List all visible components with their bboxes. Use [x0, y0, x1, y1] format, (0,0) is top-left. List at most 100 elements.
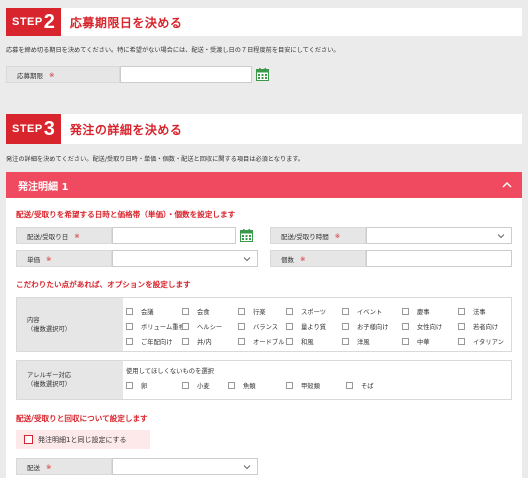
- content-option-checkbox[interactable]: ボリューム重視: [126, 322, 185, 331]
- step2-badge: STEP 2: [6, 8, 61, 36]
- allergy-option-checkbox[interactable]: 小麦: [182, 381, 210, 390]
- deadline-label: 応募期限 ※: [6, 66, 120, 83]
- step2-title: 応募期限日を決める: [69, 15, 183, 30]
- checkbox-box[interactable]: [238, 308, 245, 315]
- checkbox-box[interactable]: [458, 338, 465, 345]
- quantity-label: 個数 ※: [270, 250, 366, 267]
- checkbox-box[interactable]: [182, 338, 189, 345]
- checkbox-box[interactable]: [126, 308, 133, 315]
- checkbox-box[interactable]: [228, 382, 235, 389]
- content-option-checkbox[interactable]: バランス: [238, 322, 278, 331]
- content-option-checkbox[interactable]: 会食: [182, 307, 210, 316]
- content-option-checkbox[interactable]: 并/内: [182, 337, 212, 346]
- content-option-label: 会議: [141, 309, 154, 316]
- order-detail-header[interactable]: 発注明細 1: [6, 172, 522, 198]
- content-option-checkbox[interactable]: 若者向け: [458, 322, 498, 331]
- content-option-label: 慶事: [417, 309, 430, 316]
- checkbox-box[interactable]: [286, 323, 293, 330]
- content-label-sub: （複数選択可）: [27, 325, 72, 333]
- checkbox-box[interactable]: [402, 323, 409, 330]
- checkbox-box[interactable]: [238, 323, 245, 330]
- step2-word: STEP: [12, 16, 43, 28]
- checkbox-box[interactable]: [402, 308, 409, 315]
- calendar-icon[interactable]: [240, 229, 253, 242]
- delivery-time-select[interactable]: [366, 227, 512, 244]
- content-option-label: ご年配向け: [141, 339, 173, 346]
- checkbox-box[interactable]: [126, 323, 133, 330]
- same-as-order1-checkbox[interactable]: 発注明細1と同じ設定にする: [16, 430, 150, 449]
- content-option-checkbox[interactable]: 量より質: [286, 322, 326, 331]
- chevron-down-icon: [243, 465, 251, 470]
- required-mark: ※: [49, 70, 55, 79]
- checkbox-box[interactable]: [182, 308, 189, 315]
- content-option-checkbox[interactable]: 法事: [458, 307, 486, 316]
- content-option-checkbox[interactable]: イベント: [342, 307, 382, 316]
- allergy-options-box: アレルギー対応 （複数選択可）: [16, 360, 512, 400]
- deadline-input[interactable]: [120, 66, 252, 83]
- section-datetime-heading: 配送/受取りを希望する日時と価格帯（単価）・個数を設定します: [16, 210, 236, 219]
- content-option-checkbox[interactable]: お子様向け: [342, 322, 388, 331]
- chevron-up-icon[interactable]: [502, 181, 512, 189]
- allergy-option-label: 卵: [141, 383, 148, 390]
- required-mark: ※: [334, 231, 341, 240]
- delivery-date-input[interactable]: [112, 227, 236, 244]
- content-option-label: イベント: [357, 309, 383, 316]
- same-as-order1-box[interactable]: [24, 435, 33, 444]
- checkbox-box[interactable]: [342, 323, 349, 330]
- content-option-checkbox[interactable]: オードブル: [238, 337, 284, 346]
- content-option-label: 若者向け: [473, 324, 499, 331]
- allergy-label-sub: （複数選択可）: [27, 381, 72, 388]
- content-option-checkbox[interactable]: 会議: [126, 307, 154, 316]
- content-option-checkbox[interactable]: 行楽: [238, 307, 266, 316]
- step2-number: 2: [43, 10, 55, 33]
- checkbox-box[interactable]: [182, 382, 189, 389]
- content-option-checkbox[interactable]: ご年配向け: [126, 337, 172, 346]
- checkbox-box[interactable]: [286, 308, 293, 315]
- checkbox-box[interactable]: [126, 382, 133, 389]
- content-option-checkbox[interactable]: 和風: [286, 337, 314, 346]
- content-option-label: 中華: [417, 339, 430, 346]
- content-option-checkbox[interactable]: 慶事: [402, 307, 430, 316]
- checkbox-box[interactable]: [458, 323, 465, 330]
- step3-header: STEP 3 発注の詳細を決める: [6, 114, 522, 144]
- same-as-order1-label: 発注明細1と同じ設定にする: [38, 435, 127, 444]
- content-option-label: 洋風: [357, 339, 370, 346]
- quantity-input[interactable]: [366, 250, 512, 267]
- chevron-down-icon: [243, 257, 251, 262]
- allergy-option-checkbox[interactable]: 卵: [126, 381, 147, 390]
- required-mark: ※: [74, 231, 80, 240]
- content-options-label: 内容 （複数選択可）: [17, 298, 123, 351]
- checkbox-box[interactable]: [126, 338, 133, 345]
- allergy-option-label: 魚類: [243, 383, 256, 390]
- deadline-label-text: 応募期限: [17, 71, 43, 80]
- delivery-select[interactable]: [112, 458, 258, 475]
- allergy-option-checkbox[interactable]: 甲殻類: [286, 381, 320, 390]
- checkbox-box[interactable]: [238, 338, 245, 345]
- checkbox-box[interactable]: [286, 382, 293, 389]
- order-detail-title: 発注明細 1: [18, 181, 69, 193]
- checkbox-box[interactable]: [402, 338, 409, 345]
- content-option-checkbox[interactable]: イタリアン: [458, 337, 504, 346]
- allergy-option-label: そば: [361, 383, 374, 390]
- content-option-label: ヘルシー: [197, 324, 223, 331]
- checkbox-box[interactable]: [182, 323, 189, 330]
- section-options-heading: こだわりたい点があれば、オプションを設定します: [16, 280, 191, 289]
- content-label-text: 内容: [27, 316, 40, 324]
- step3-number: 3: [43, 117, 55, 140]
- calendar-icon[interactable]: [256, 68, 269, 81]
- content-option-checkbox[interactable]: 女性向け: [402, 322, 442, 331]
- unit-price-select[interactable]: [112, 250, 258, 267]
- allergy-option-checkbox[interactable]: そば: [346, 381, 374, 390]
- content-option-label: 量より質: [301, 324, 327, 331]
- allergy-option-checkbox[interactable]: 魚類: [228, 381, 256, 390]
- content-option-checkbox[interactable]: スポーツ: [286, 307, 326, 316]
- checkbox-box[interactable]: [346, 382, 353, 389]
- checkbox-box[interactable]: [286, 338, 293, 345]
- content-option-checkbox[interactable]: ヘルシー: [182, 322, 222, 331]
- content-option-checkbox[interactable]: 中華: [402, 337, 430, 346]
- checkbox-box[interactable]: [458, 308, 465, 315]
- content-option-label: バランス: [253, 324, 279, 331]
- content-option-checkbox[interactable]: 洋風: [342, 337, 370, 346]
- checkbox-box[interactable]: [342, 338, 349, 345]
- checkbox-box[interactable]: [342, 308, 349, 315]
